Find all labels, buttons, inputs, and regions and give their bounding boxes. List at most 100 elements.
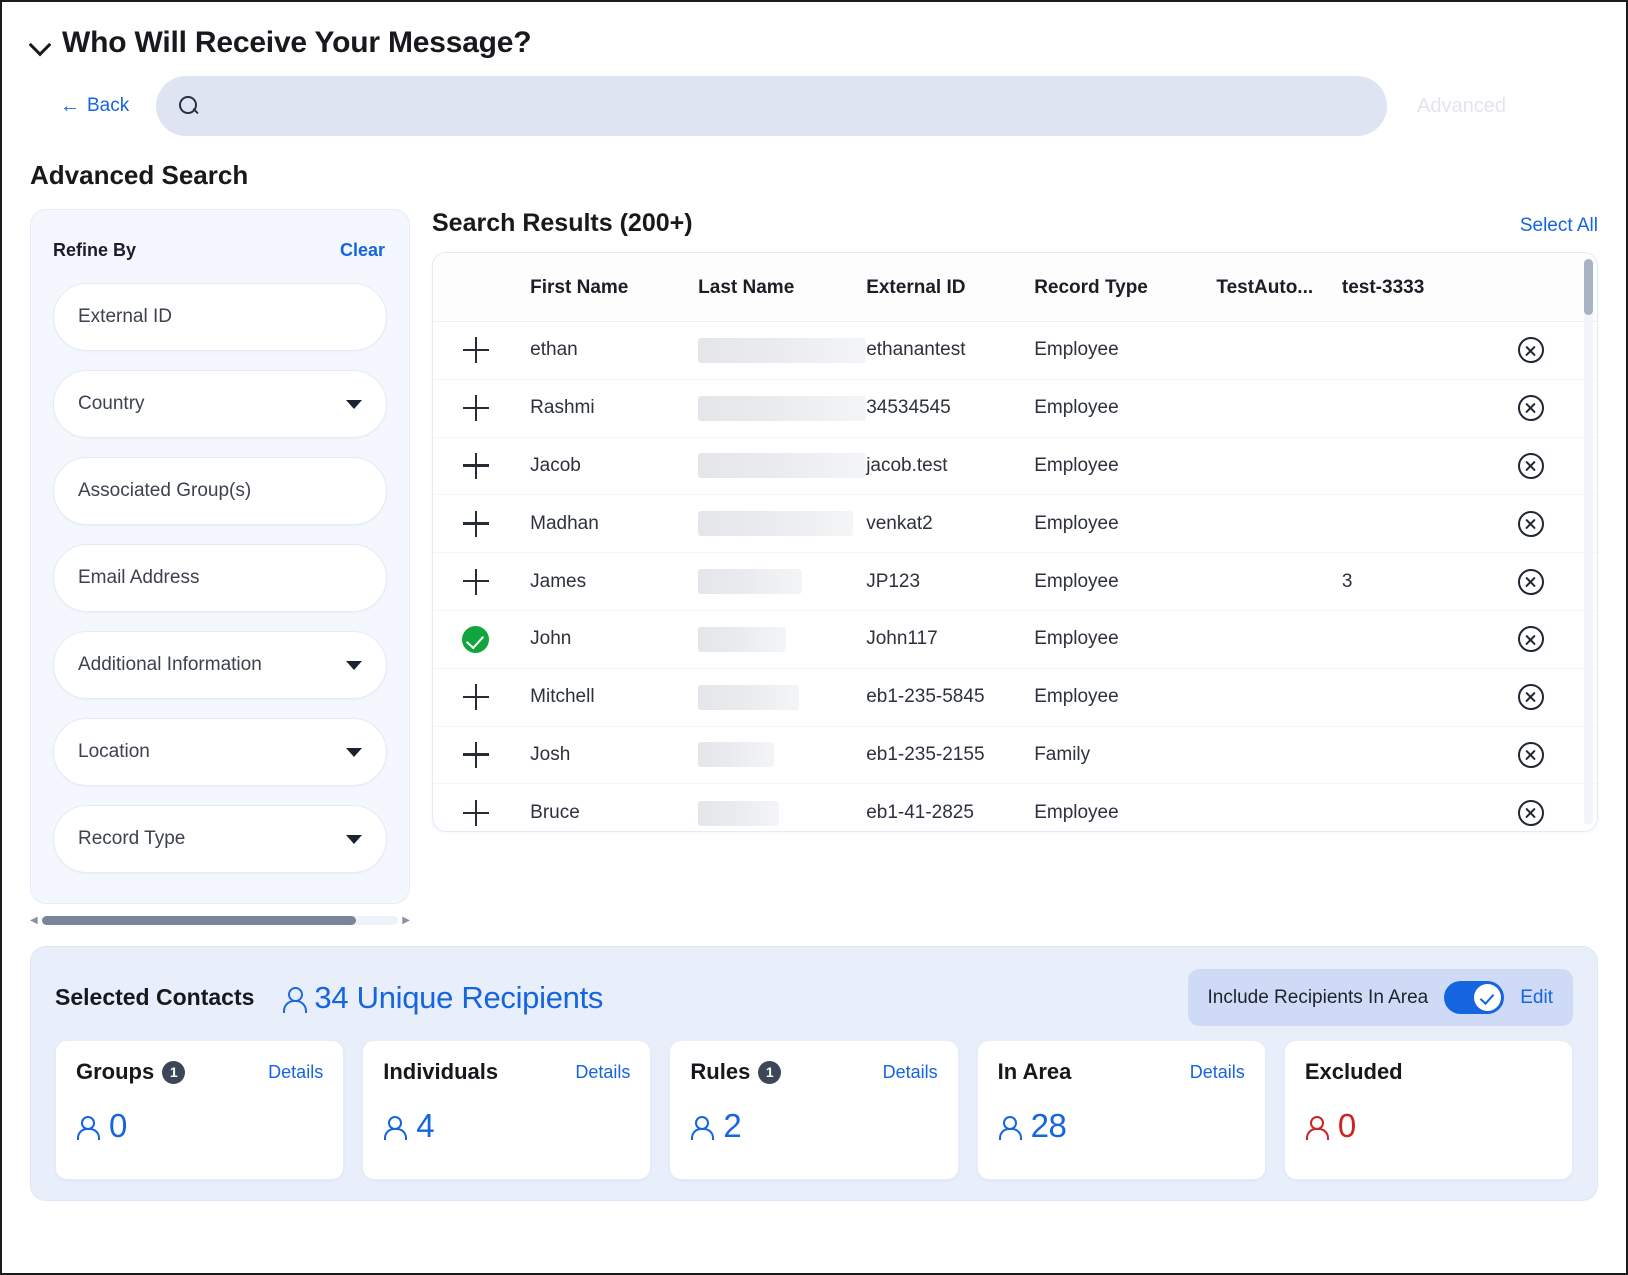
scrollbar-thumb[interactable]: [41, 916, 356, 925]
summary-card-groups[interactable]: Groups 1 Details 0: [55, 1040, 345, 1180]
col-external-id[interactable]: External ID: [866, 253, 1035, 322]
filter-field-record-type[interactable]: Record Type: [53, 805, 387, 873]
scroll-right-icon[interactable]: ▶: [402, 915, 410, 926]
summary-card-rules[interactable]: Rules 1 Details 2: [669, 1040, 959, 1180]
row-select-cell[interactable]: [433, 437, 531, 496]
person-icon: [383, 1114, 408, 1140]
card-badge: 1: [162, 1060, 186, 1084]
col-testauto[interactable]: TestAuto...: [1216, 253, 1342, 322]
redacted-value: [698, 626, 786, 652]
sidebar-horizontal-scrollbar[interactable]: ◀ ▶: [30, 915, 410, 926]
filter-field-additional-information[interactable]: Additional Information: [53, 631, 387, 699]
add-icon[interactable]: [463, 337, 489, 364]
page-header: Who Will Receive Your Message?: [2, 2, 1626, 60]
row-select-cell[interactable]: [433, 494, 531, 554]
results-vertical-scrollbar[interactable]: [1584, 259, 1593, 825]
chevron-down-icon[interactable]: [28, 30, 54, 56]
cell-testauto: [1216, 552, 1342, 611]
redacted-value: [698, 511, 853, 537]
remove-icon[interactable]: [1517, 626, 1544, 653]
card-value: 2: [723, 1107, 742, 1144]
add-icon[interactable]: [463, 741, 489, 768]
remove-icon[interactable]: [1517, 395, 1544, 422]
add-icon[interactable]: [463, 452, 489, 479]
card-details-link[interactable]: Details: [883, 1062, 938, 1083]
results-table-card: First Name Last Name External ID Record …: [432, 252, 1598, 832]
summary-card-in-area[interactable]: In Area Details 28: [976, 1040, 1266, 1180]
col-last-name[interactable]: Last Name: [698, 253, 867, 322]
cell-external-id: eb1-41-2825: [866, 802, 974, 824]
add-icon[interactable]: [463, 800, 489, 827]
table-head: First Name Last Name External ID Record …: [433, 253, 1597, 322]
add-icon[interactable]: [463, 510, 489, 537]
table-row[interactable]: Bruce eb1-41-2825 Employee: [433, 784, 1597, 831]
table-row[interactable]: John John117 Employee: [433, 610, 1597, 669]
table-row[interactable]: Josh eb1-235-2155 Family: [433, 726, 1597, 785]
cell-external-id: eb1-235-5845: [866, 668, 1035, 727]
table-row[interactable]: Jacob jacob.test Employee: [433, 437, 1597, 496]
card-title: Individuals: [383, 1059, 499, 1084]
row-select-cell[interactable]: [433, 321, 531, 380]
cell-last-name: [698, 668, 867, 727]
cell-external-id: jacob.test: [866, 437, 1035, 496]
remove-icon[interactable]: [1517, 510, 1544, 537]
summary-card-individuals[interactable]: Individuals Details 4: [362, 1040, 652, 1180]
row-select-cell[interactable]: [433, 668, 531, 727]
row-select-cell[interactable]: [433, 726, 531, 785]
filter-field-associated-groups[interactable]: Associated Group(s): [53, 457, 387, 525]
body-area: Refine By Clear External ID Country Asso…: [2, 191, 1626, 925]
cell-record-type: Employee: [1034, 552, 1217, 611]
remove-icon[interactable]: [1517, 452, 1544, 479]
clear-filters-link[interactable]: Clear: [340, 240, 385, 261]
remove-icon[interactable]: [1517, 337, 1544, 364]
row-select-cell[interactable]: [433, 610, 531, 669]
cell-testauto: [1216, 726, 1342, 785]
col-record-type[interactable]: Record Type: [1034, 253, 1217, 322]
redacted-value: [698, 453, 867, 479]
col-first-name[interactable]: First Name: [530, 253, 699, 322]
row-select-cell[interactable]: [433, 784, 530, 831]
selected-check-icon[interactable]: [462, 625, 489, 653]
add-icon[interactable]: [463, 395, 489, 422]
unique-recipients-count: 34 Unique Recipients: [314, 979, 604, 1015]
add-icon[interactable]: [463, 568, 489, 595]
table-row[interactable]: ethan ethanantest Employee: [433, 321, 1597, 380]
select-all-link[interactable]: Select All: [1520, 215, 1598, 237]
chevron-down-icon: [346, 660, 362, 670]
scrollbar-thumb[interactable]: [1584, 259, 1593, 315]
remove-icon[interactable]: [1517, 568, 1544, 595]
remove-icon[interactable]: [1517, 800, 1544, 827]
card-details-link[interactable]: Details: [268, 1062, 323, 1083]
filter-field-location[interactable]: Location: [53, 718, 387, 786]
card-details-link[interactable]: Details: [575, 1062, 630, 1083]
cell-record-type: Employee: [1034, 321, 1217, 380]
remove-icon[interactable]: [1517, 684, 1544, 711]
summary-card-excluded[interactable]: Excluded 0: [1283, 1040, 1574, 1180]
cell-external-id: venkat2: [866, 494, 1035, 554]
scroll-left-icon[interactable]: ◀: [30, 915, 38, 926]
remove-icon[interactable]: [1517, 741, 1544, 768]
search-box[interactable]: [156, 76, 1387, 136]
table-row[interactable]: Madhan venkat2 Employee: [433, 494, 1597, 554]
filter-field-external-id[interactable]: External ID: [53, 283, 387, 351]
card-details-link[interactable]: Details: [1190, 1062, 1245, 1083]
filter-field-country[interactable]: Country: [53, 370, 387, 438]
include-recipients-switch[interactable]: [1444, 981, 1505, 1014]
back-button[interactable]: ← Back: [28, 95, 156, 117]
filter-field-email-address[interactable]: Email Address: [53, 544, 387, 612]
table-row[interactable]: James JP123 Employee 3: [433, 552, 1597, 611]
col-test-3333[interactable]: test-3333: [1341, 253, 1504, 322]
advanced-toggle[interactable]: Advanced: [1417, 95, 1506, 118]
cell-test-3333: 3: [1341, 552, 1504, 611]
search-input[interactable]: [214, 95, 1365, 117]
add-icon[interactable]: [463, 684, 489, 711]
row-select-cell[interactable]: [433, 552, 531, 611]
edit-link[interactable]: Edit: [1520, 987, 1553, 1009]
card-title: Excluded: [1304, 1059, 1403, 1084]
row-select-cell[interactable]: [433, 379, 531, 438]
table-row[interactable]: Mitchell eb1-235-5845 Employee: [433, 668, 1597, 727]
filter-label: Additional Information: [78, 654, 262, 675]
scrollbar-track[interactable]: [41, 916, 399, 925]
table-row[interactable]: Rashmi 34534545 Employee: [433, 379, 1597, 438]
cell-first-name: Rashmi: [530, 379, 699, 438]
